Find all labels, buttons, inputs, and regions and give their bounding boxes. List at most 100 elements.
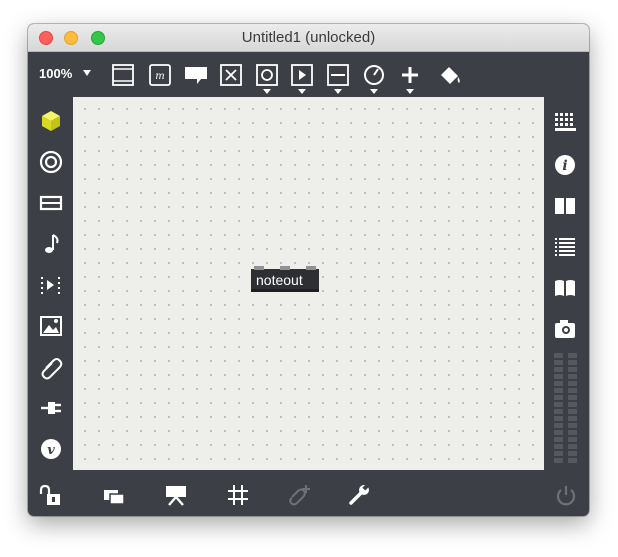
sidebar-vizzie-button[interactable]: v xyxy=(38,436,64,462)
button-icon xyxy=(256,64,278,86)
meter-segment xyxy=(554,409,563,414)
sidebar-console-button[interactable] xyxy=(552,234,578,260)
meter-segment xyxy=(568,395,577,400)
add-object-button[interactable] xyxy=(397,62,423,94)
message-box-button[interactable]: m xyxy=(147,62,173,88)
paperclip-icon xyxy=(41,358,63,380)
title-bar[interactable]: Untitled1 (unlocked) xyxy=(28,24,589,52)
meter-segment xyxy=(568,423,577,428)
sidebar-target-button[interactable] xyxy=(38,149,64,175)
bang-menu-arrow[interactable] xyxy=(263,89,271,94)
presentation-mode-icon xyxy=(104,490,125,505)
meter-segment xyxy=(568,353,577,358)
sidebar-plugin-button[interactable] xyxy=(38,395,64,421)
sidebar-synth-button[interactable] xyxy=(38,190,64,216)
meter-segment xyxy=(554,451,563,456)
grid-toggle-button[interactable] xyxy=(225,482,251,508)
info-icon: i xyxy=(555,155,575,175)
inlet-1[interactable] xyxy=(254,266,264,270)
message-box-icon: m xyxy=(149,64,171,86)
playbar-button[interactable] xyxy=(289,62,315,94)
meter-segment xyxy=(554,402,563,407)
meter-segment xyxy=(568,409,577,414)
settings-button[interactable] xyxy=(346,482,372,508)
meter-segment xyxy=(554,360,563,365)
dial-menu-arrow[interactable] xyxy=(370,89,378,94)
meter-segment xyxy=(554,381,563,386)
playbar-icon xyxy=(291,64,313,86)
add-object-menu-arrow[interactable] xyxy=(406,89,414,94)
meter-segment xyxy=(554,437,563,442)
sidebar-snapshot-button[interactable] xyxy=(552,316,578,342)
slider-menu-arrow[interactable] xyxy=(334,89,342,94)
add-clip-button[interactable] xyxy=(286,482,312,508)
step-sequence-icon xyxy=(41,277,60,294)
image-icon xyxy=(40,316,62,336)
dial-button[interactable] xyxy=(361,62,387,94)
power-icon xyxy=(556,486,576,506)
top-toolbar: 100% m xyxy=(28,52,589,98)
cube-icon xyxy=(42,111,60,131)
meter-segment xyxy=(554,353,563,358)
meter-segment xyxy=(554,367,563,372)
meter-segment xyxy=(554,395,563,400)
sidebar-reference-button[interactable] xyxy=(552,275,578,301)
dial-icon xyxy=(364,65,384,85)
lock-button[interactable] xyxy=(37,482,63,508)
sidebar-sequence-button[interactable] xyxy=(38,272,64,298)
projector-icon xyxy=(166,486,186,506)
list-icon xyxy=(555,238,575,256)
sidebar-browser-button[interactable] xyxy=(38,108,64,134)
patcher-canvas[interactable]: noteout xyxy=(73,97,544,470)
music-note-icon xyxy=(45,234,59,253)
meter-segment xyxy=(568,381,577,386)
playbar-menu-arrow[interactable] xyxy=(298,89,306,94)
sidebar-clip-button[interactable] xyxy=(38,354,64,380)
meter-segment xyxy=(554,388,563,393)
new-object-button[interactable] xyxy=(110,62,136,88)
meter-segment xyxy=(568,367,577,372)
presentation-button[interactable] xyxy=(163,482,189,508)
format-palette-button[interactable] xyxy=(437,62,463,88)
meter-segment xyxy=(568,416,577,421)
book-open-icon xyxy=(555,198,575,214)
meter-segment xyxy=(568,430,577,435)
sidebar-audio-button[interactable] xyxy=(38,231,64,257)
meter-segment xyxy=(568,451,577,456)
add-clip-icon xyxy=(289,485,310,506)
meter-segment xyxy=(554,423,563,428)
meter-segment xyxy=(568,388,577,393)
inlet-3[interactable] xyxy=(306,266,316,270)
inlet-2[interactable] xyxy=(280,266,290,270)
meter-segment xyxy=(554,430,563,435)
object-label: noteout xyxy=(256,272,303,288)
toggle-button[interactable] xyxy=(218,62,244,88)
sidebar-docs-button[interactable] xyxy=(552,193,578,219)
paint-bucket-icon xyxy=(441,67,460,84)
zoom-level[interactable]: 100% xyxy=(39,66,72,81)
plug-icon xyxy=(41,402,61,414)
new-object-icon xyxy=(112,64,134,86)
sidebar-grid-button[interactable] xyxy=(552,109,578,135)
patcher-window: Untitled1 (unlocked) 100% m noteout v i xyxy=(28,24,589,516)
audio-power-button[interactable] xyxy=(553,482,579,508)
window-title: Untitled1 (unlocked) xyxy=(241,29,376,46)
vizzie-icon: v xyxy=(41,439,61,459)
zoom-dropdown-arrow[interactable] xyxy=(83,70,91,76)
noteout-object[interactable]: noteout xyxy=(251,266,319,292)
comment-icon xyxy=(185,67,207,84)
grid-icon xyxy=(555,113,576,131)
plus-icon xyxy=(402,67,418,83)
audio-meter-right xyxy=(568,353,577,465)
slider-button[interactable] xyxy=(325,62,351,94)
comment-button[interactable] xyxy=(183,62,209,88)
svg-text:i: i xyxy=(562,158,567,174)
presentation-mode-button[interactable] xyxy=(101,482,127,508)
sidebar-image-button[interactable] xyxy=(38,313,64,339)
meter-segment xyxy=(568,458,577,463)
toggle-icon xyxy=(220,64,242,86)
svg-text:v: v xyxy=(47,443,55,458)
sidebar-info-button[interactable]: i xyxy=(552,152,578,178)
bang-button[interactable] xyxy=(254,62,280,94)
meter-segment xyxy=(568,374,577,379)
